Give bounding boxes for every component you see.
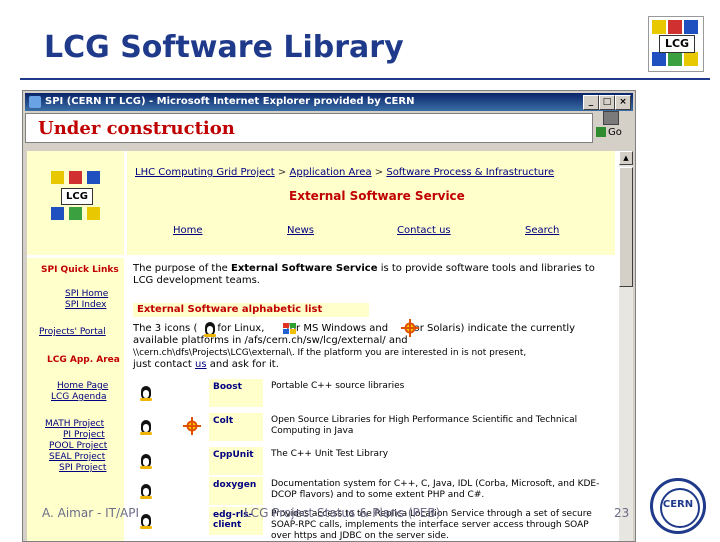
package-row: Boost Portable C++ source libraries xyxy=(133,379,615,409)
breadcrumb-sep: > xyxy=(277,167,287,178)
sidebar-portal[interactable]: Projects' Portal xyxy=(39,327,106,337)
nav-home[interactable]: Home xyxy=(173,225,203,236)
solaris-icon xyxy=(183,417,201,435)
package-row: Colt Open Source Libraries for High Perf… xyxy=(133,413,615,443)
sidebar-pool-project[interactable]: POOL Project xyxy=(49,441,107,451)
footer-author: A. Aimar - IT/API xyxy=(42,506,140,520)
sidebar-spi-project[interactable]: SPI Project xyxy=(59,463,106,473)
address-bar[interactable]: Under construction xyxy=(25,113,593,143)
linux-icon xyxy=(139,383,153,401)
sidebar-seal-project[interactable]: SEAL Project xyxy=(49,452,105,462)
breadcrumb-spi[interactable]: Software Process & Infrastructure xyxy=(386,167,554,178)
go-label: Go xyxy=(608,127,622,138)
go-button[interactable]: Go xyxy=(596,127,630,145)
alphabetic-list-heading[interactable]: External Software alphabetic list xyxy=(133,303,369,317)
under-construction-label: Under construction xyxy=(38,118,235,139)
app-area-heading: LCG App. Area xyxy=(47,355,120,365)
breadcrumb: LHC Computing Grid Project > Application… xyxy=(135,167,554,178)
package-name-link[interactable]: doxygen xyxy=(209,477,263,505)
package-name-link[interactable]: CppUnit xyxy=(209,447,263,475)
nav-search[interactable]: Search xyxy=(525,225,559,236)
minimize-button[interactable]: _ xyxy=(583,95,599,110)
browser-titlebar[interactable]: SPI (CERN IT LCG) - Microsoft Internet E… xyxy=(25,93,633,111)
browser-window: SPI (CERN IT LCG) - Microsoft Internet E… xyxy=(22,90,636,542)
linux-icon xyxy=(139,451,153,469)
package-name-link[interactable]: Boost xyxy=(209,379,263,407)
sidebar-pi-project[interactable]: PI Project xyxy=(63,430,105,440)
cern-logo: CERN xyxy=(650,478,706,534)
linux-icon xyxy=(203,319,217,337)
page-number: 23 xyxy=(614,506,630,520)
solaris-icon xyxy=(401,319,419,337)
slide-title: LCG Software Library xyxy=(44,30,404,65)
package-desc: The C++ Unit Test Library xyxy=(267,447,611,475)
title-rule xyxy=(20,78,710,80)
lcg-logo-text: LCG xyxy=(659,35,695,53)
service-title: External Software Service xyxy=(289,189,465,203)
sidebar-lcg-agenda[interactable]: LCG Agenda xyxy=(51,392,106,402)
package-name-link[interactable]: Colt xyxy=(209,413,263,441)
sidebar-home-page[interactable]: Home Page xyxy=(57,381,108,391)
nav-news[interactable]: News xyxy=(287,225,314,236)
page-lcg-logo[interactable]: LCG xyxy=(51,171,101,221)
close-button[interactable]: × xyxy=(615,95,631,110)
scroll-up-arrow-icon[interactable]: ▲ xyxy=(619,151,633,165)
cern-logo-text: CERN xyxy=(662,499,694,510)
scroll-thumb[interactable] xyxy=(619,167,633,287)
page-logo-text: LCG xyxy=(61,188,93,205)
quick-links-heading: SPI Quick Links xyxy=(41,265,119,275)
package-desc: Open Source Libraries for High Performan… xyxy=(267,413,611,441)
breadcrumb-lcg[interactable]: LHC Computing Grid Project xyxy=(135,167,275,178)
maximize-button[interactable]: □ xyxy=(599,95,615,110)
linux-icon xyxy=(139,481,153,499)
page-viewport: LCG LHC Computing Grid Project > Applica… xyxy=(27,151,619,541)
contact-us-link[interactable]: us xyxy=(195,359,207,370)
windows-icon xyxy=(283,323,297,335)
toolbar-icon[interactable] xyxy=(603,111,619,125)
page-nav: Home News Contact us Search xyxy=(135,221,615,241)
intro-text: The purpose of the External Software Ser… xyxy=(133,263,595,286)
go-arrow-icon xyxy=(596,127,606,137)
nav-contact[interactable]: Contact us xyxy=(397,225,451,236)
sidebar-spi-home[interactable]: SPI Home xyxy=(65,289,108,299)
sidebar-math-project[interactable]: MATH Project xyxy=(45,419,104,429)
footer-title: LCG Project Status & Plans (PEB) xyxy=(244,506,441,520)
ie-icon xyxy=(29,96,41,108)
package-row: doxygen Documentation system for C++, C,… xyxy=(133,477,615,507)
linux-icon xyxy=(139,417,153,435)
package-desc: Portable C++ source libraries xyxy=(267,379,611,407)
lcg-logo: LCG xyxy=(648,16,704,72)
breadcrumb-sep: > xyxy=(374,167,384,178)
sidebar-spi-index[interactable]: SPI Index xyxy=(65,300,106,310)
vertical-scrollbar[interactable]: ▲ xyxy=(619,151,633,541)
breadcrumb-app-area[interactable]: Application Area xyxy=(290,167,372,178)
linux-icon xyxy=(139,511,153,529)
package-desc: Documentation system for C++, C, Java, I… xyxy=(267,477,611,505)
window-title: SPI (CERN IT LCG) - Microsoft Internet E… xyxy=(45,96,415,107)
package-row: CppUnit The C++ Unit Test Library xyxy=(133,447,615,477)
